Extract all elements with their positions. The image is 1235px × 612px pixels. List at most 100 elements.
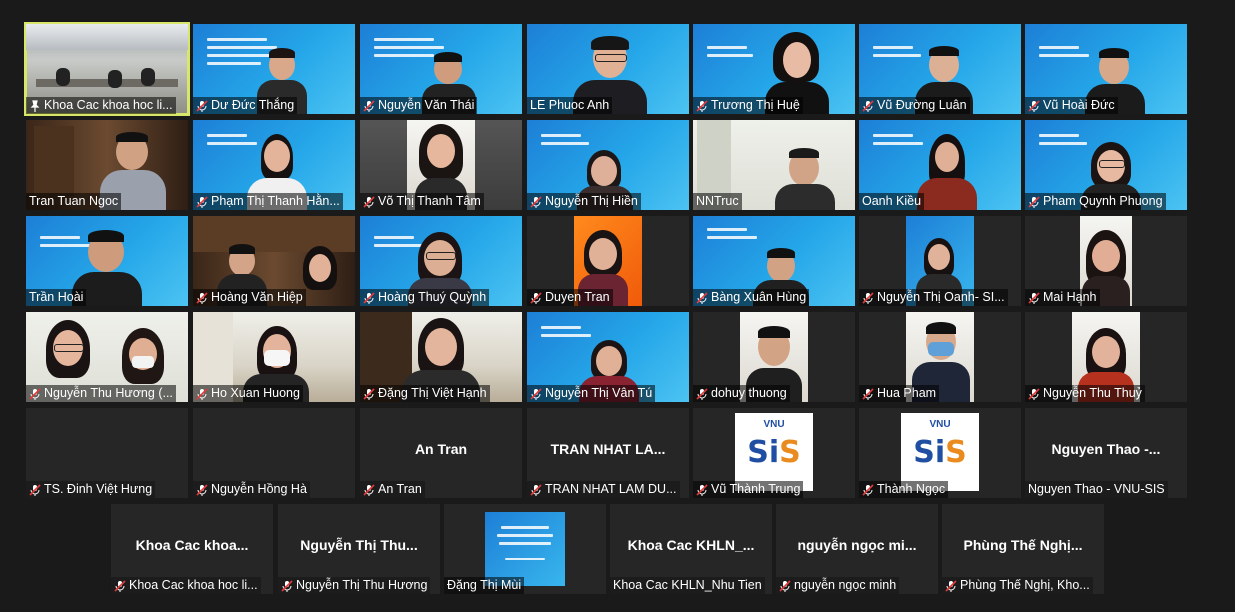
participant-tile[interactable]: Đặng Thị Việt Hạnh — [360, 312, 522, 402]
participant-name-label: Nguyễn Hồng Hà — [193, 481, 310, 498]
participant-name-label: Trương Thị Huệ — [693, 97, 803, 114]
participant-name-label: Dư Đức Thắng — [193, 97, 298, 114]
participant-name-label: LE Phuoc Anh — [527, 97, 613, 114]
participant-name-label: Phạm Thị Thanh Hằn... — [193, 193, 343, 210]
participant-tile[interactable]: Vũ Đường Luân — [859, 24, 1021, 114]
participant-tile[interactable]: Vũ Hoài Đức — [1025, 24, 1187, 114]
participant-tile[interactable]: Oanh Kiều — [859, 120, 1021, 210]
muted-mic-icon — [696, 99, 708, 112]
muted-mic-icon — [696, 387, 708, 400]
participant-tile[interactable]: Ho Xuan Huong — [193, 312, 355, 402]
participant-name-label: dohuy thuong — [693, 385, 790, 402]
participant-tile[interactable]: Hoàng Thuý Quỳnh — [360, 216, 522, 306]
participant-tile[interactable]: Nguyen Thao -... Nguyen Thao - VNU-SIS — [1025, 408, 1187, 498]
participant-tile[interactable]: Pham Quynh Phuong — [1025, 120, 1187, 210]
participant-name-label: Nguyễn Thị Thu Hương — [278, 577, 431, 594]
participant-name-label: Trần Hoài — [26, 289, 87, 306]
participant-tile[interactable]: SiS VNU Vũ Thành Trung — [693, 408, 855, 498]
participant-name-label: nguyễn ngọc minh — [776, 577, 900, 594]
muted-mic-icon — [945, 579, 957, 592]
muted-mic-icon — [196, 195, 208, 208]
muted-mic-icon — [862, 291, 874, 304]
participant-name-label: Vũ Đường Luân — [859, 97, 970, 114]
participant-tile[interactable]: SiS VNU Thành Ngọc — [859, 408, 1021, 498]
participant-tile[interactable]: Nguyễn Thu Thuỷ — [1025, 312, 1187, 402]
participant-tile[interactable]: Khoa Cac khoa... Khoa Cac khoa hoc li... — [111, 504, 273, 594]
participant-name-label: Tran Tuan Ngoc — [26, 193, 122, 210]
participant-name-label: Nguyễn Thị Hiền — [527, 193, 641, 210]
vnu-sis-logo: SiS VNU — [735, 413, 813, 491]
participant-tile[interactable]: NNTruc — [693, 120, 855, 210]
participant-tile[interactable]: Nguyễn Thị Vân Tú — [527, 312, 689, 402]
participant-tile[interactable]: Nguyễn Hồng Hà — [193, 408, 355, 498]
participant-tile[interactable]: dohuy thuong — [693, 312, 855, 402]
participant-display-name: Phùng Thế Nghị... — [963, 537, 1083, 553]
participant-tile[interactable]: Tran Tuan Ngoc — [26, 120, 188, 210]
participant-name-label: Bàng Xuân Hùng — [693, 289, 810, 306]
participant-tile[interactable]: Trương Thị Huệ — [693, 24, 855, 114]
participant-tile[interactable]: TS. Đinh Việt Hưng — [26, 408, 188, 498]
participant-tile[interactable]: Khoa Cac khoa hoc li... — [24, 22, 190, 116]
muted-mic-icon — [862, 483, 874, 496]
participant-name-label: Thành Ngọc — [859, 481, 949, 498]
participant-name-label: Pham Quynh Phuong — [1025, 193, 1166, 210]
gallery-row-6: Khoa Cac khoa... Khoa Cac khoa hoc li...… — [0, 504, 1235, 596]
participant-tile[interactable]: Trần Hoài — [26, 216, 188, 306]
gallery-row-1: Khoa Cac khoa hoc li... Dư Đức Thắng Ngu… — [0, 22, 1235, 116]
participant-name-label: Nguyễn Thu Hương (... — [26, 385, 176, 402]
muted-mic-icon — [530, 291, 542, 304]
participant-name-label: Nguyễn Thu Thuỷ — [1025, 385, 1145, 402]
participant-display-name: Nguyễn Thị Thu... — [300, 537, 418, 553]
participant-name-label: Khoa Cac khoa hoc li... — [111, 577, 261, 594]
participant-display-name: Khoa Cac KHLN_... — [627, 537, 755, 553]
participant-name-label: Khoa Cac KHLN_Nhu Tien — [610, 577, 765, 594]
participant-name-label: Ho Xuan Huong — [193, 385, 303, 402]
participant-name-label: TS. Đinh Việt Hưng — [26, 481, 156, 498]
muted-mic-icon — [363, 291, 375, 304]
participant-tile[interactable]: Nguyễn Văn Thái — [360, 24, 522, 114]
participant-display-name: Khoa Cac khoa... — [135, 537, 249, 553]
participant-tile[interactable]: Phùng Thế Nghị... Phùng Thế Nghị, Kho... — [942, 504, 1104, 594]
participant-display-name: Nguyen Thao -... — [1051, 441, 1161, 457]
muted-mic-icon — [281, 579, 293, 592]
participant-name-label: Nguyễn Thị Vân Tú — [527, 385, 656, 402]
participant-tile[interactable]: Dư Đức Thắng — [193, 24, 355, 114]
muted-mic-icon — [114, 579, 126, 592]
participant-tile[interactable]: Duyen Tran — [527, 216, 689, 306]
muted-mic-icon — [1028, 291, 1040, 304]
participant-tile[interactable]: nguyễn ngọc mi... nguyễn ngọc minh — [776, 504, 938, 594]
participant-tile[interactable]: Nguyễn Thu Hương (... — [26, 312, 188, 402]
participant-tile[interactable]: Hua Pham — [859, 312, 1021, 402]
participant-tile[interactable]: Võ Thị Thanh Tâm — [360, 120, 522, 210]
participant-name-label: Hoàng Văn Hiệp — [193, 289, 306, 306]
participant-name-label: Nguyen Thao - VNU-SIS — [1025, 481, 1168, 498]
participant-tile[interactable]: LE Phuoc Anh — [527, 24, 689, 114]
muted-mic-icon — [862, 387, 874, 400]
muted-mic-icon — [196, 99, 208, 112]
participant-tile[interactable]: Nguyễn Thị Hiền — [527, 120, 689, 210]
participant-tile[interactable]: Khoa Cac KHLN_... Khoa Cac KHLN_Nhu Tien — [610, 504, 772, 594]
participant-tile[interactable]: Mai Hạnh — [1025, 216, 1187, 306]
participant-tile[interactable]: Bàng Xuân Hùng — [693, 216, 855, 306]
participant-name-label: Võ Thị Thanh Tâm — [360, 193, 484, 210]
participant-name-label: Phùng Thế Nghị, Kho... — [942, 577, 1093, 594]
participant-tile[interactable]: Nguyễn Thị Oanh- SI... — [859, 216, 1021, 306]
participant-name-label: Vũ Thành Trung — [693, 481, 804, 498]
muted-mic-icon — [196, 291, 208, 304]
pin-icon — [30, 99, 40, 112]
muted-mic-icon — [696, 291, 708, 304]
muted-mic-icon — [363, 387, 375, 400]
participant-name-label: Oanh Kiều — [859, 193, 925, 210]
vnu-sis-logo: SiS VNU — [901, 413, 979, 491]
muted-mic-icon — [196, 483, 208, 496]
gallery-row-5: TS. Đinh Việt Hưng Nguyễn Hồng Hà An Tra… — [0, 408, 1235, 500]
participant-name-label: Nguyễn Thị Oanh- SI... — [859, 289, 1008, 306]
participant-tile[interactable]: TRAN NHAT LA... TRAN NHAT LAM DU... — [527, 408, 689, 498]
participant-tile[interactable]: Nguyễn Thị Thu... Nguyễn Thị Thu Hương — [278, 504, 440, 594]
participant-tile[interactable]: Phạm Thị Thanh Hằn... — [193, 120, 355, 210]
participant-tile[interactable]: An Tran An Tran — [360, 408, 522, 498]
muted-mic-icon — [530, 483, 542, 496]
participant-tile[interactable]: Đặng Thị Mùi — [444, 504, 606, 594]
participant-tile[interactable]: Hoàng Văn Hiệp — [193, 216, 355, 306]
muted-mic-icon — [29, 483, 41, 496]
